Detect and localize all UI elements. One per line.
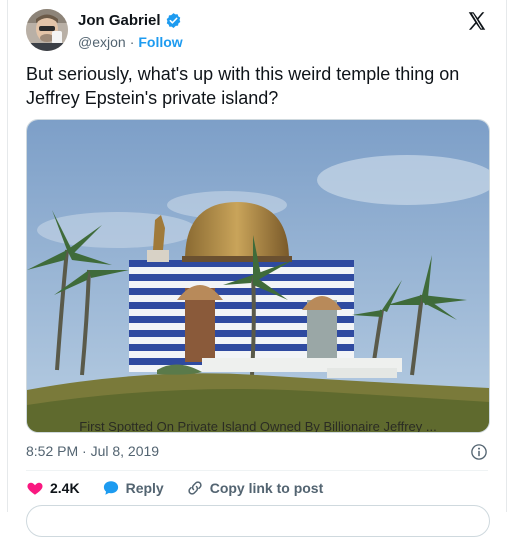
handle-row: @exjon · Follow xyxy=(78,34,183,50)
reply-label: Reply xyxy=(125,480,164,496)
link-icon xyxy=(188,481,202,495)
display-name[interactable]: Jon Gabriel xyxy=(78,12,161,29)
info-icon[interactable] xyxy=(470,443,488,461)
verified-badge-icon xyxy=(165,12,182,29)
reply-bubble-icon xyxy=(103,481,118,495)
like-count: 2.4K xyxy=(50,480,80,496)
media-caption: First Spotted On Private Island Owned By… xyxy=(79,419,437,433)
action-bar: 2.4K Reply Copy link to post xyxy=(26,478,345,498)
tweet-header: Jon Gabriel @exjon · Follow xyxy=(26,9,492,53)
avatar[interactable] xyxy=(26,9,68,51)
handle[interactable]: @exjon xyxy=(78,34,126,50)
name-row: Jon Gabriel xyxy=(78,12,182,29)
read-replies-button[interactable] xyxy=(26,505,490,537)
copy-link-label: Copy link to post xyxy=(209,480,324,496)
heart-icon xyxy=(27,482,43,495)
timestamp[interactable]: 8:52 PM · Jul 8, 2019 xyxy=(26,443,159,459)
temple-photo xyxy=(27,120,489,432)
reply-button[interactable]: Reply xyxy=(102,479,164,497)
tweet-text: But seriously, what's up with this weird… xyxy=(26,64,460,108)
tweet-meta: 8:52 PM · Jul 8, 2019 xyxy=(26,443,488,461)
copy-link-button[interactable]: Copy link to post xyxy=(186,479,324,497)
x-logo-icon[interactable] xyxy=(466,10,488,32)
divider xyxy=(26,470,488,471)
tweet-media[interactable]: First Spotted On Private Island Owned By… xyxy=(26,119,490,433)
like-button[interactable]: 2.4K xyxy=(26,479,80,497)
avatar-image xyxy=(26,9,68,51)
separator-dot: · xyxy=(129,34,135,50)
tweet-card: Jon Gabriel @exjon · Follow But seriousl… xyxy=(7,0,507,537)
follow-button[interactable]: Follow xyxy=(138,34,182,50)
